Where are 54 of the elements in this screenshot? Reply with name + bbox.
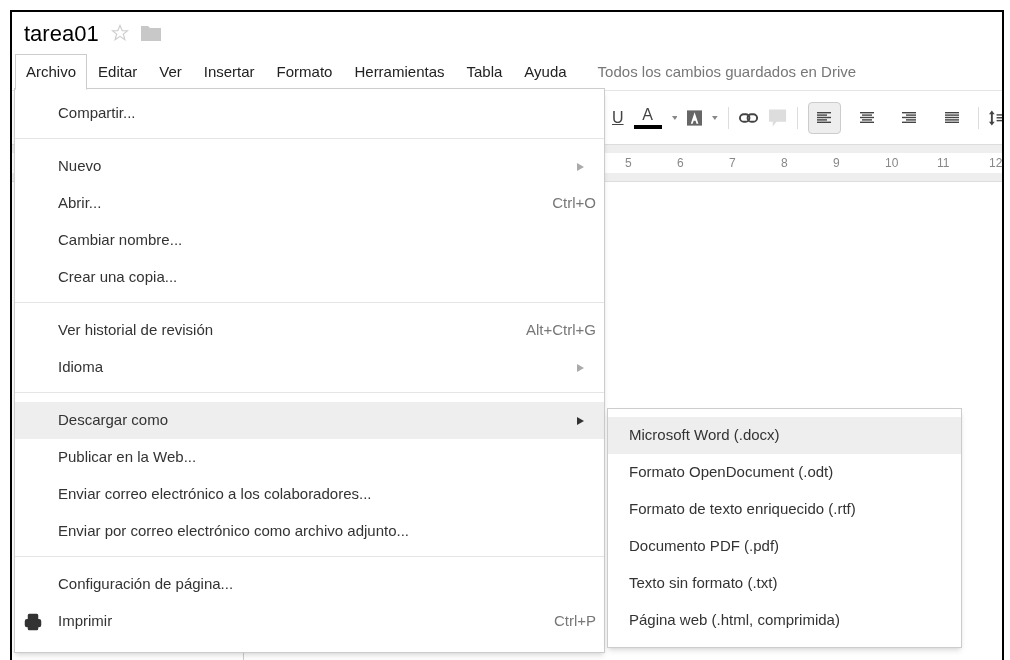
menu-option[interactable]: Descargar como xyxy=(15,402,604,439)
ruler-number: 12 xyxy=(989,156,1003,170)
document-title[interactable]: tarea01 xyxy=(24,16,99,50)
menu-option[interactable]: Documento PDF (.pdf) xyxy=(608,528,961,565)
line-spacing-icon[interactable] xyxy=(988,109,1002,126)
align-icon xyxy=(944,111,959,124)
menu-item[interactable]: Tabla xyxy=(455,53,514,91)
menu-option[interactable]: Texto sin formato (.txt) xyxy=(608,565,961,602)
menu-option[interactable]: Publicar en la Web... xyxy=(15,439,604,476)
menu-option[interactable]: Ver historial de revisión Alt+Ctrl+G xyxy=(15,312,604,349)
ruler-number: 6 xyxy=(677,156,684,170)
align-icon xyxy=(902,111,917,124)
ruler-number: 7 xyxy=(729,156,736,170)
underline-button[interactable]: U xyxy=(612,105,624,130)
star-icon[interactable] xyxy=(110,24,129,42)
align-button[interactable] xyxy=(808,101,841,134)
menu-option[interactable]: Configuración de página... xyxy=(15,566,604,603)
menu-item[interactable]: Ayuda xyxy=(513,53,578,91)
menu-item[interactable]: Ver xyxy=(148,53,193,91)
menu-item[interactable]: Insertar xyxy=(192,53,266,91)
caret-icon[interactable] xyxy=(712,115,719,120)
menu-option[interactable]: Compartir... xyxy=(15,95,604,132)
menu-option[interactable]: Nuevo xyxy=(15,148,604,185)
menu-option[interactable]: Página web (.html, comprimida) xyxy=(608,602,961,639)
menu-option[interactable]: Enviar correo electrónico a los colaboradores... xyxy=(15,476,604,513)
menu-item[interactable]: Herramientas xyxy=(343,53,456,91)
printer-icon xyxy=(24,612,42,631)
align-icon xyxy=(817,111,832,124)
menu-option[interactable]: Idioma xyxy=(15,349,604,386)
menu-option[interactable]: Abrir... Ctrl+O xyxy=(15,185,604,222)
ruler-number: 5 xyxy=(625,156,632,170)
menu-item[interactable]: Archivo xyxy=(15,53,88,91)
menu-item[interactable]: Formato xyxy=(265,53,344,91)
menu-option[interactable]: Formato de texto enriquecido (.rtf) xyxy=(608,491,961,528)
text-color-button[interactable]: A xyxy=(633,106,662,129)
link-icon[interactable] xyxy=(739,112,759,123)
save-status: Todos los cambios guardados en Drive xyxy=(597,61,857,82)
menu-option[interactable]: Enviar por correo electrónico como archivo adjunto... xyxy=(15,513,604,550)
menu-option[interactable]: Imprimir Ctrl+P xyxy=(15,603,604,640)
menu-option[interactable]: Formato OpenDocument (.odt) xyxy=(608,454,961,491)
highlight-icon[interactable] xyxy=(687,109,703,126)
menu-option[interactable]: Crear una copia... xyxy=(15,259,604,296)
ruler-number: 11 xyxy=(937,156,950,170)
shortcut: Alt+Ctrl+G xyxy=(525,320,596,341)
align-icon xyxy=(859,111,874,124)
ruler-number: 9 xyxy=(833,156,840,170)
ruler-number: 8 xyxy=(781,156,788,170)
menu-option[interactable]: Cambiar nombre... xyxy=(15,222,604,259)
caret-icon[interactable] xyxy=(671,115,678,120)
menu-option[interactable]: Microsoft Word (.docx) xyxy=(608,417,961,454)
shortcut: Ctrl+O xyxy=(552,193,596,214)
menu-item[interactable]: Editar xyxy=(87,53,149,91)
shortcut: Ctrl+P xyxy=(553,611,596,632)
ruler-number: 10 xyxy=(885,156,899,170)
